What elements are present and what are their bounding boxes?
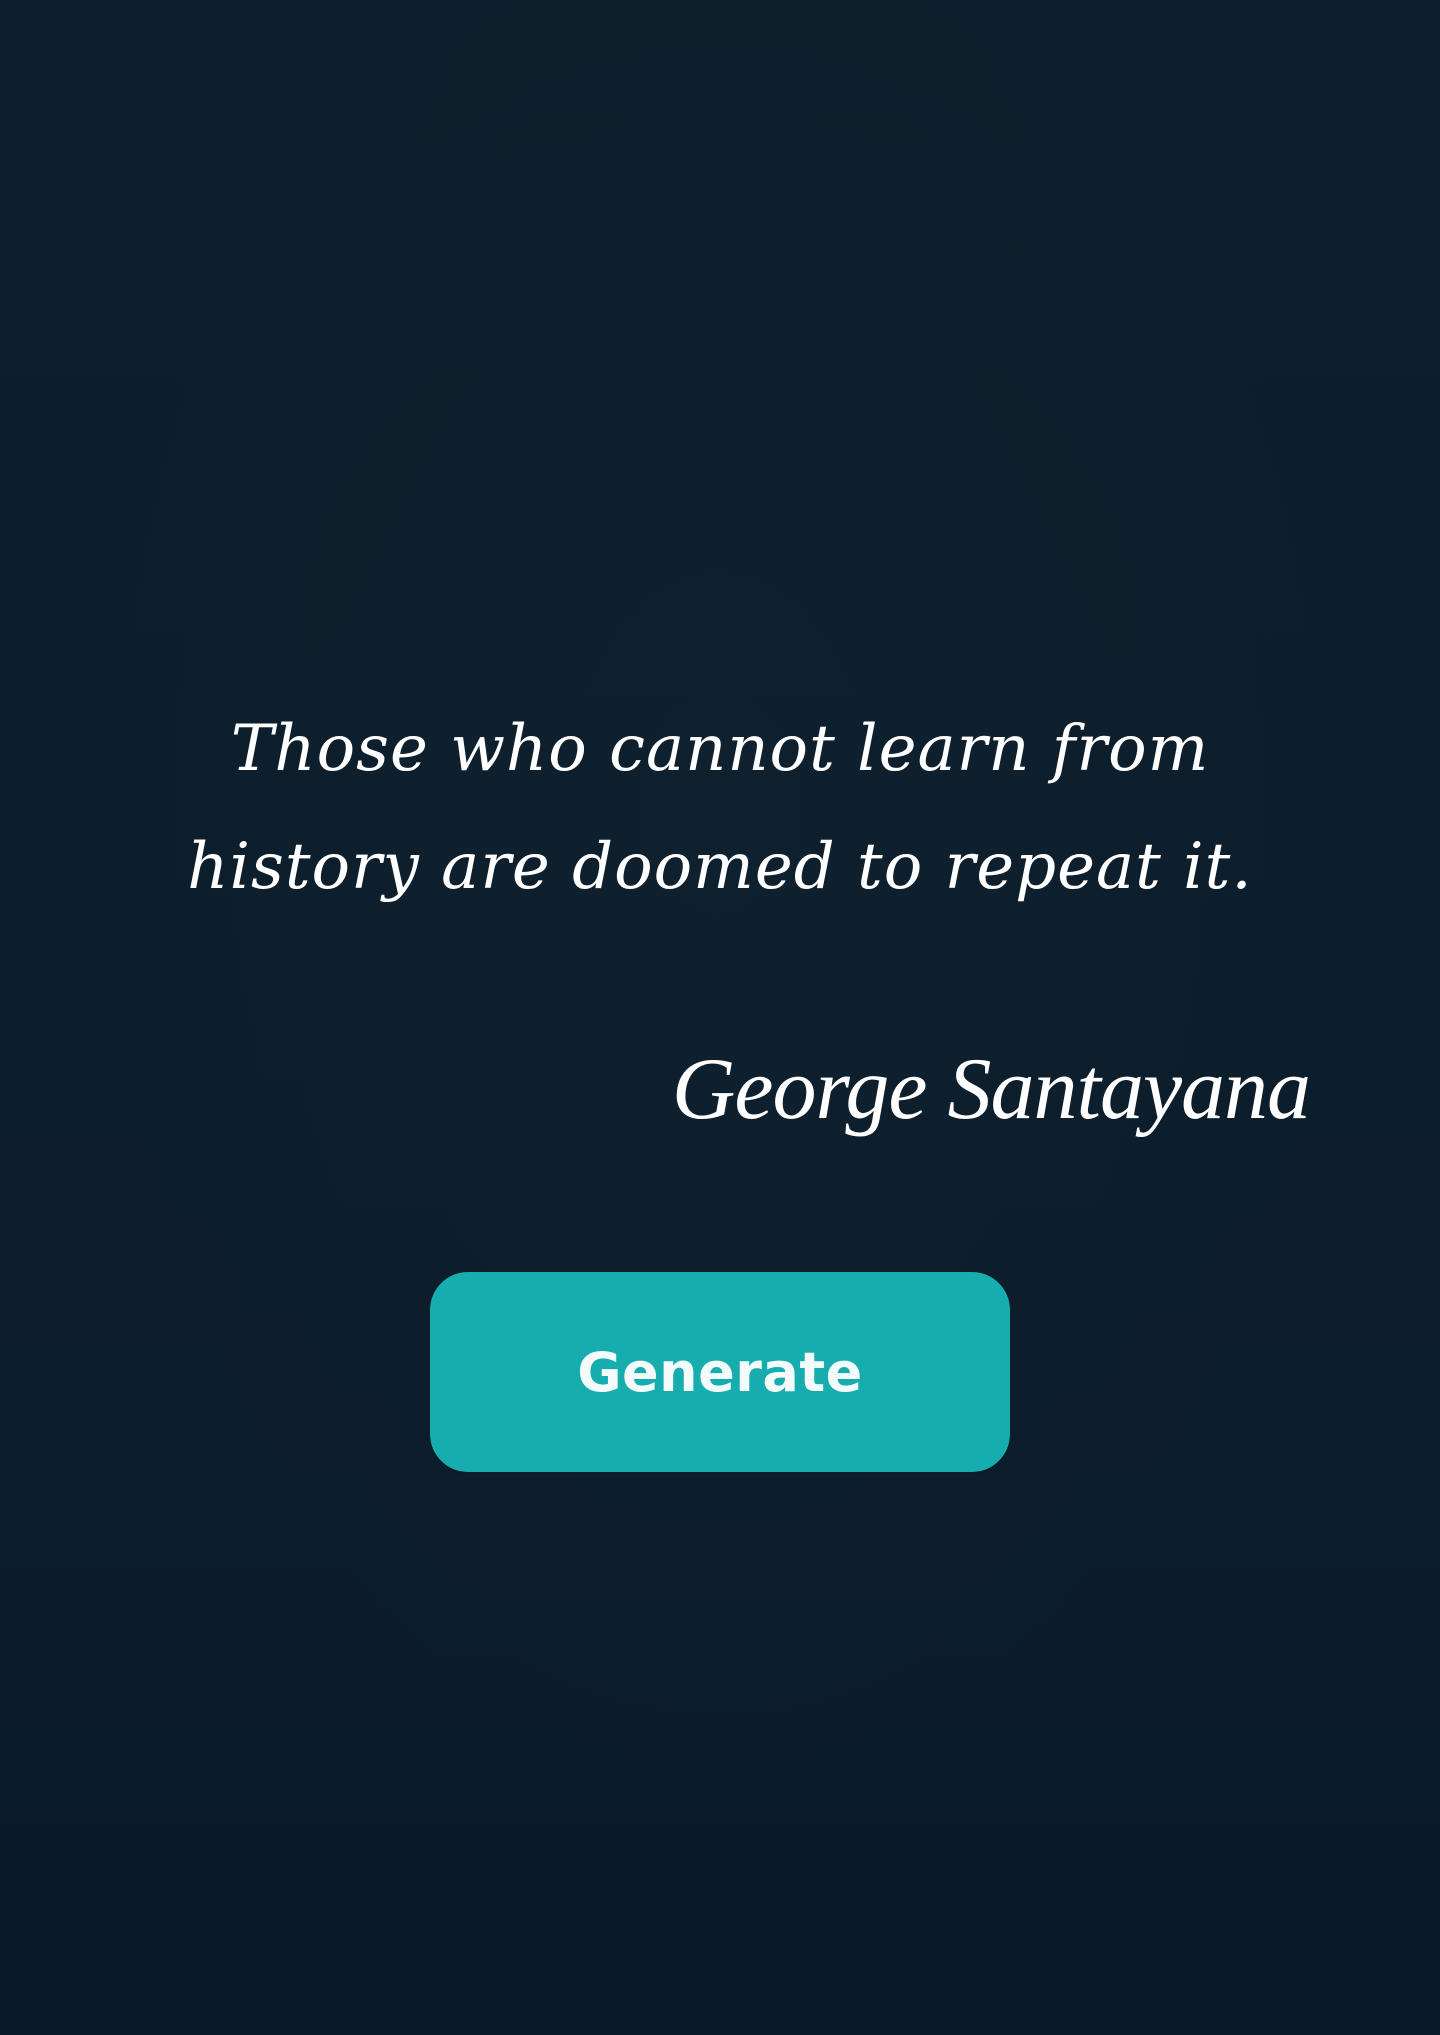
quote-generator-page: Those who cannot learn from history are … (0, 0, 1440, 2035)
generate-button[interactable]: Generate (430, 1272, 1010, 1472)
quote-text: Those who cannot learn from history are … (187, 712, 1253, 904)
quote-author: George Santayana (671, 1041, 1311, 1138)
quote-container: Those who cannot learn from history are … (120, 690, 1320, 926)
